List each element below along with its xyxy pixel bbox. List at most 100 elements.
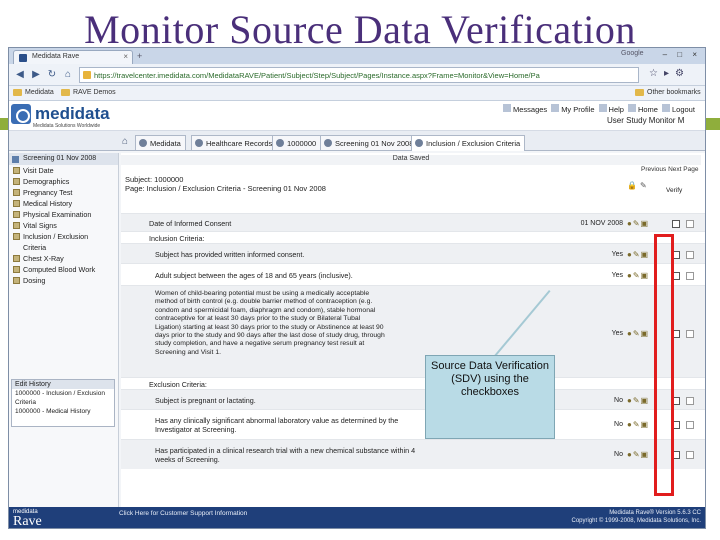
- help-link[interactable]: Help: [598, 104, 624, 114]
- form-row-age: Adult subject between the ages of 18 and…: [121, 263, 705, 285]
- crumb-form[interactable]: Inclusion / Exclusion Criteria: [411, 135, 526, 151]
- person-icon: [276, 139, 284, 147]
- left-item-visit-date[interactable]: Visit Date: [9, 165, 118, 176]
- slide-title: Monitor Source Data Verification: [84, 7, 636, 52]
- browser-tab[interactable]: Medidata Rave ×: [13, 50, 133, 64]
- reload-icon[interactable]: ↻: [45, 68, 59, 82]
- row-action-icons[interactable]: ●✎▣: [627, 450, 649, 459]
- form-icon: [13, 200, 20, 207]
- home-icon[interactable]: ⌂: [61, 68, 75, 82]
- question-text: Adult subject between the ages of 18 and…: [155, 271, 353, 280]
- window-controls[interactable]: – □ ×: [663, 50, 701, 59]
- review-checkbox[interactable]: [686, 330, 694, 338]
- home-crumb-icon[interactable]: ⌂: [119, 136, 131, 148]
- review-checkbox[interactable]: [686, 220, 694, 228]
- review-checkbox[interactable]: [686, 451, 694, 459]
- left-item-chest-xray[interactable]: Chest X-Ray: [9, 253, 118, 264]
- footer-logo-rave: Rave: [13, 514, 42, 529]
- answer-value: No: [614, 397, 623, 404]
- medidata-logo: medidata: [11, 104, 110, 124]
- review-checkbox[interactable]: [686, 251, 694, 259]
- home-link[interactable]: Home: [627, 104, 658, 114]
- review-checkbox[interactable]: [686, 272, 694, 280]
- folder-icon: [61, 89, 70, 96]
- support-link[interactable]: Click Here for Customer Support Informat…: [119, 510, 247, 517]
- globe-icon: [139, 139, 147, 147]
- user-menu: Messages My Profile Help Home Logout: [503, 104, 695, 114]
- messages-link[interactable]: Messages: [503, 104, 547, 114]
- question-text: Women of child-bearing potential must be…: [155, 290, 385, 356]
- left-item-criteria[interactable]: Criteria: [9, 242, 118, 253]
- crumb-subject[interactable]: 1000000: [272, 135, 322, 150]
- form-main: Data Saved Previous Next Page Subject: 1…: [121, 153, 705, 507]
- section-inclusion: Inclusion Criteria:: [121, 231, 705, 243]
- bookmark-label: RAVE Demos: [73, 89, 116, 96]
- logo-text: medidata: [35, 104, 110, 123]
- answer-value: Yes: [611, 251, 623, 258]
- close-tab-icon[interactable]: ×: [123, 52, 128, 61]
- logout-link[interactable]: Logout: [661, 104, 695, 114]
- form-row-birth-control: Women of child-bearing potential must be…: [121, 285, 705, 377]
- sdv-checkbox[interactable]: [672, 220, 680, 228]
- left-item-medical-history[interactable]: Medical History: [9, 198, 118, 209]
- history-item[interactable]: 1000000 - Medical History: [12, 407, 114, 416]
- page-label: Page: Inclusion / Exclusion Criteria - S…: [125, 184, 326, 193]
- form-header-icons[interactable]: 🔒✎: [627, 181, 650, 190]
- left-item-blood-work[interactable]: Computed Blood Work: [9, 264, 118, 275]
- review-checkbox[interactable]: [686, 397, 694, 405]
- browser-tab-title: Medidata Rave: [32, 53, 80, 60]
- form-row-informed-consent: Date of Informed Consent 01 NOV 2008 ●✎▣: [121, 213, 705, 231]
- section-heading: Exclusion Criteria:: [149, 380, 207, 389]
- edit-history-title: Edit History: [12, 380, 114, 389]
- bookmark-rave-demos[interactable]: RAVE Demos: [61, 89, 116, 96]
- left-item-dosing[interactable]: Dosing: [9, 275, 118, 286]
- review-checkbox[interactable]: [686, 421, 694, 429]
- form-icon: [415, 139, 423, 147]
- left-panel: Screening 01 Nov 2008 Visit Date Demogra…: [9, 153, 119, 507]
- row-action-icons[interactable]: ●✎▣: [627, 329, 649, 338]
- left-item-inclusion-exclusion[interactable]: Inclusion / Exclusion: [9, 231, 118, 242]
- crumb-visit[interactable]: Screening 01 Nov 2008: [320, 135, 419, 150]
- forward-icon[interactable]: ▶: [29, 68, 43, 82]
- other-bookmarks[interactable]: Other bookmarks: [635, 89, 701, 96]
- user-role-line: User Study Monitor M: [607, 116, 685, 125]
- calendar-icon: [324, 139, 332, 147]
- bookmarks-bar: Medidata RAVE Demos Other bookmarks: [9, 86, 705, 101]
- crumb-healthcare-records[interactable]: Healthcare Records: [191, 135, 278, 150]
- question-text: Subject is pregnant or lactating.: [155, 396, 256, 405]
- row-action-icons[interactable]: ●✎▣: [627, 271, 649, 280]
- question-text: Has any clinically significant abnormal …: [155, 416, 399, 434]
- row-action-icons[interactable]: ●✎▣: [627, 250, 649, 259]
- answer-value: Yes: [611, 330, 623, 337]
- page-navigation[interactable]: Previous Next Page: [641, 166, 698, 173]
- envelope-icon: [503, 104, 511, 112]
- history-item[interactable]: 1000000 - Inclusion / Exclusion: [12, 389, 114, 398]
- visit-header[interactable]: Screening 01 Nov 2008: [9, 153, 118, 165]
- left-item-pregnancy-test[interactable]: Pregnancy Test: [9, 187, 118, 198]
- subject-info: Subject: 1000000 Page: Inclusion / Exclu…: [125, 175, 326, 193]
- folder-icon: [13, 89, 22, 96]
- crumb-medidata[interactable]: Medidata: [135, 135, 186, 150]
- address-bar[interactable]: https://travelcenter.imedidata.com/Medid…: [79, 67, 639, 83]
- bookmark-medidata[interactable]: Medidata: [13, 89, 54, 96]
- form-row-pregnant: Subject is pregnant or lactating. No ●✎▣: [121, 389, 705, 409]
- copyright-text: Copyright © 1999-2008, Medidata Solution…: [571, 518, 702, 524]
- profile-link[interactable]: My Profile: [551, 104, 595, 114]
- left-item-demographics[interactable]: Demographics: [9, 176, 118, 187]
- lock-icon: [83, 71, 91, 79]
- browser-navbar: ◀ ▶ ↻ ⌂ https://travelcenter.imedidata.c…: [9, 64, 705, 86]
- left-item-vital-signs[interactable]: Vital Signs: [9, 220, 118, 231]
- row-action-icons[interactable]: ●✎▣: [627, 420, 649, 429]
- home-icon: [627, 104, 636, 112]
- history-item[interactable]: Criteria: [12, 398, 114, 407]
- logo-subtitle: Medidata Solutions Worldwide: [33, 123, 101, 129]
- sdv-callout: Source Data Verification (SDV) using the…: [425, 355, 555, 439]
- row-action-icons[interactable]: ●✎▣: [627, 219, 649, 228]
- other-bookmarks-label: Other bookmarks: [647, 89, 701, 96]
- help-icon: [598, 104, 607, 112]
- new-tab-button[interactable]: +: [137, 51, 142, 61]
- left-item-physical-exam[interactable]: Physical Examination: [9, 209, 118, 220]
- back-icon[interactable]: ◀: [13, 68, 27, 82]
- browser-menu-icons[interactable]: ☆▸⚙: [649, 68, 690, 79]
- row-action-icons[interactable]: ●✎▣: [627, 396, 649, 405]
